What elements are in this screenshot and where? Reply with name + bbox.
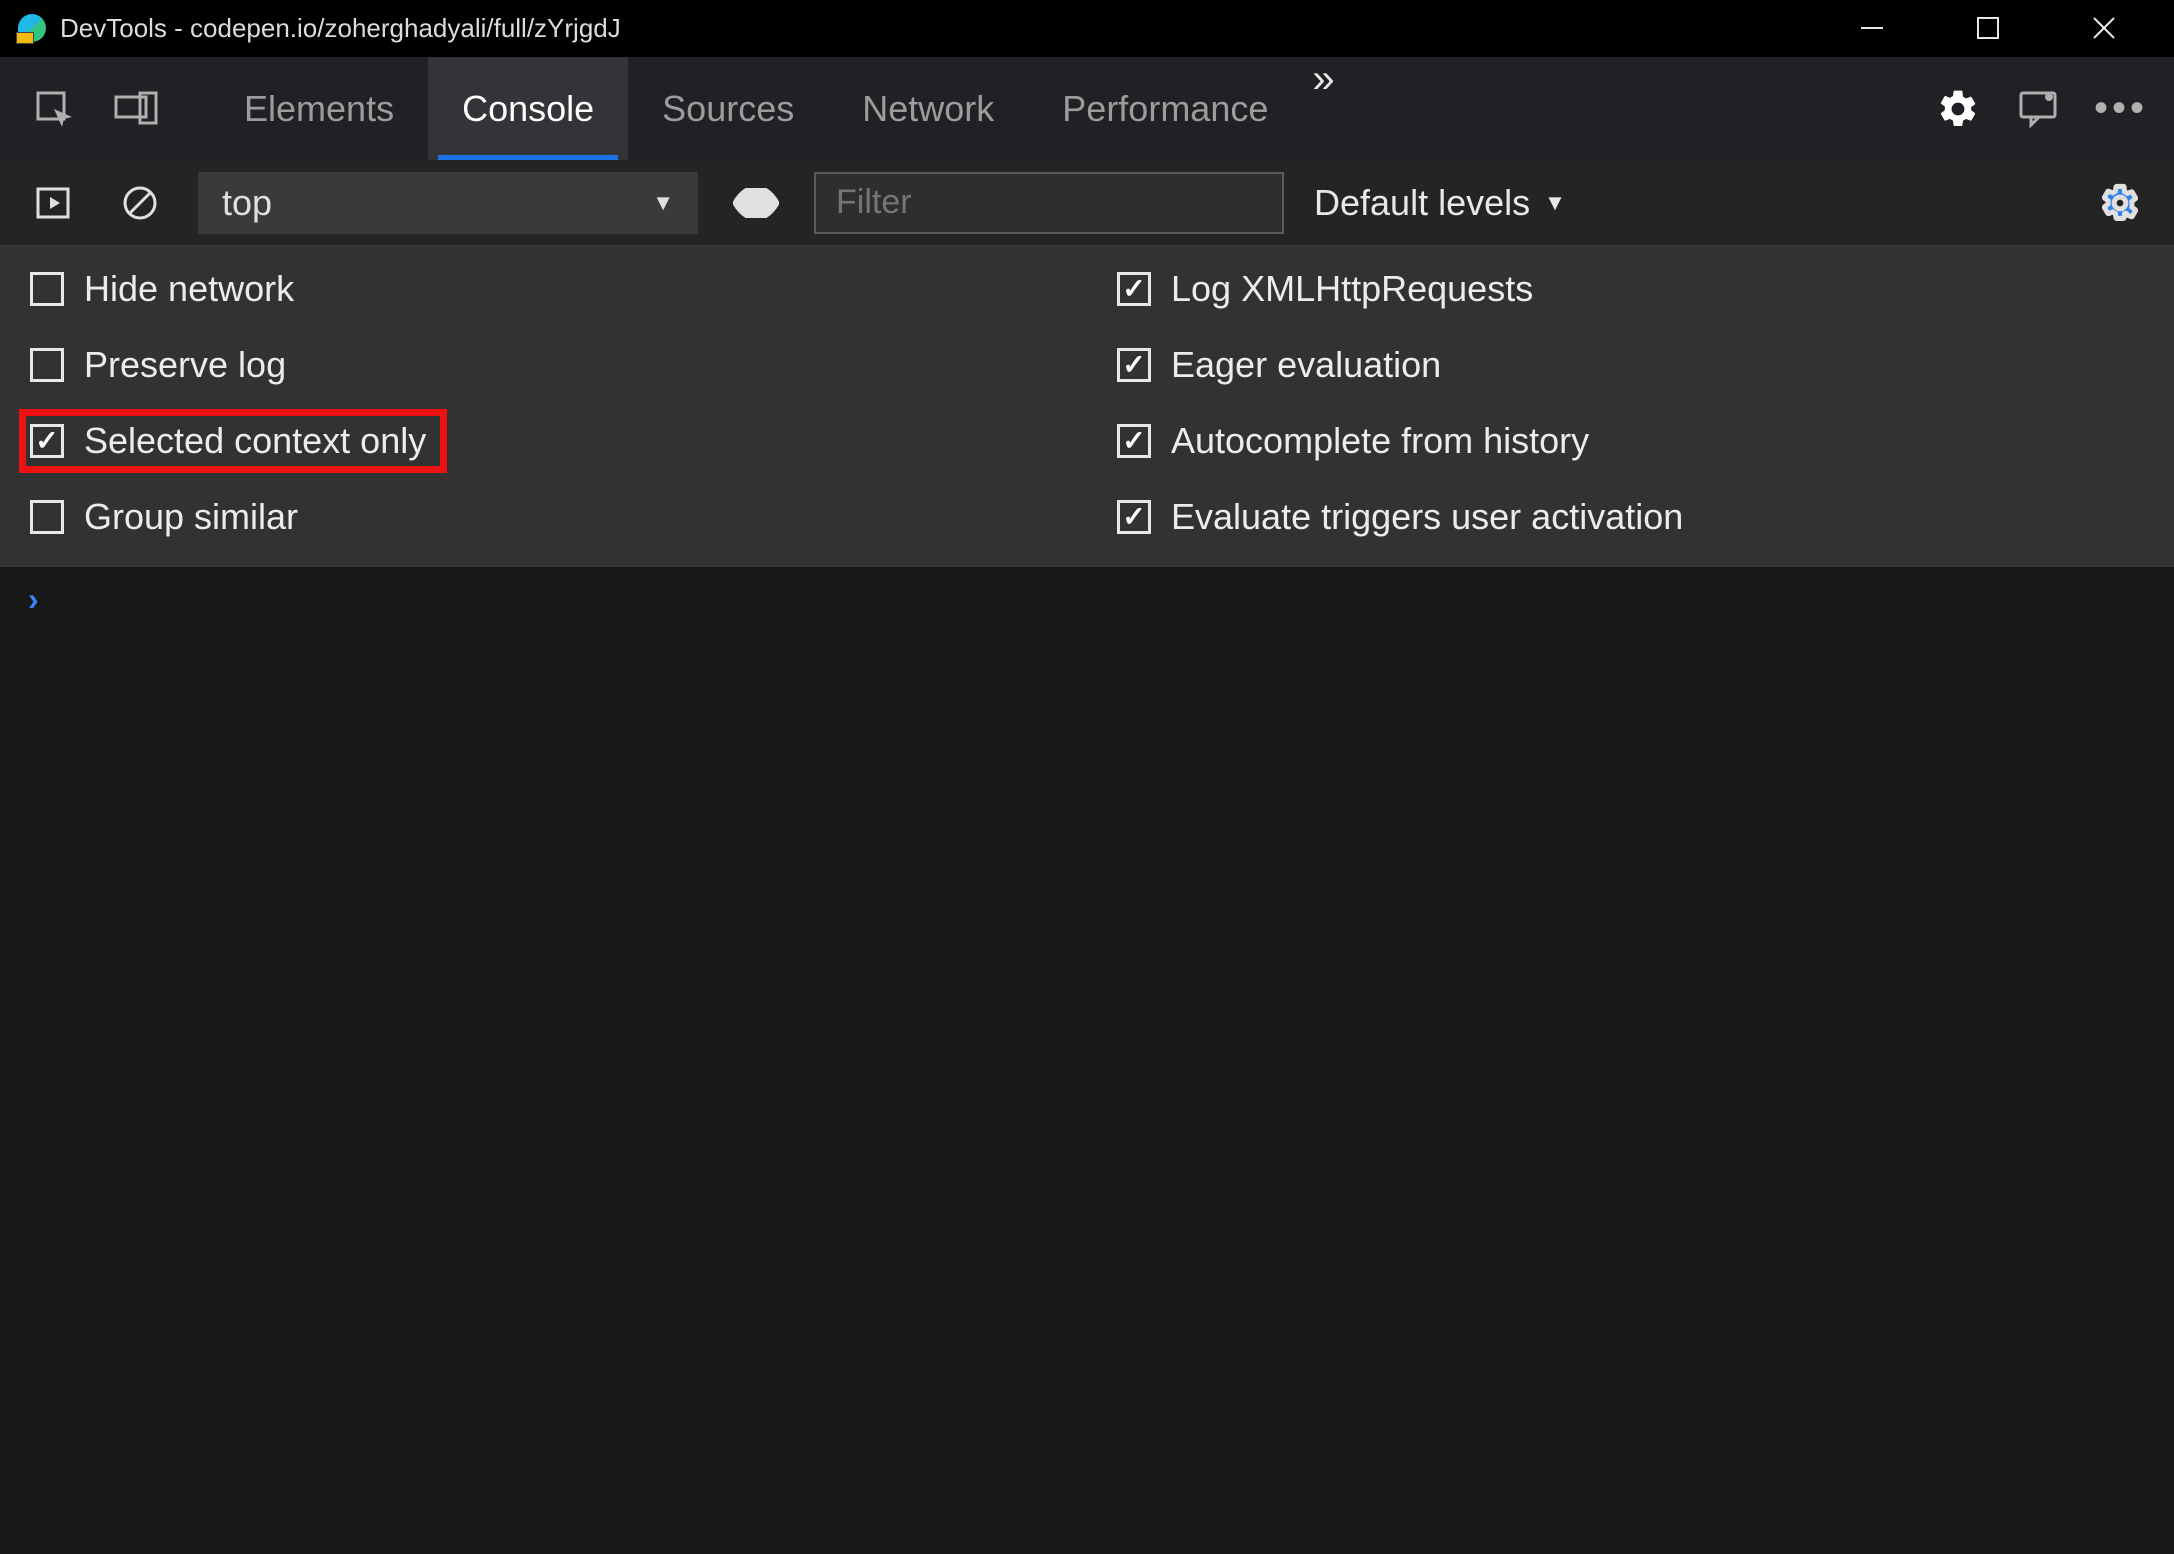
checkbox-label: Eager evaluation	[1171, 344, 1441, 386]
clear-console-icon[interactable]	[112, 175, 168, 231]
titlebar: DevTools - codepen.io/zoherghadyali/full…	[0, 0, 2174, 56]
tab-label: Console	[462, 88, 594, 130]
checkbox-icon	[1117, 272, 1151, 306]
checkbox-label: Autocomplete from history	[1171, 420, 1589, 462]
checkbox-label: Selected context only	[84, 420, 426, 462]
settings-right-column: Log XMLHttpRequests Eager evaluation Aut…	[1117, 268, 2144, 538]
close-button[interactable]	[2074, 0, 2134, 56]
tab-elements[interactable]: Elements	[210, 57, 428, 160]
console-toolbar: top ▼ Default levels ▼	[0, 160, 2174, 246]
settings-gear-icon[interactable]	[1930, 81, 1986, 137]
checkbox-label: Preserve log	[84, 344, 286, 386]
tabs-container: Elements Console Sources Network Perform…	[210, 57, 1904, 160]
checkbox-eager-evaluation[interactable]: Eager evaluation	[1117, 344, 2144, 386]
tab-label: Performance	[1062, 88, 1268, 130]
checkbox-icon	[30, 500, 64, 534]
checkbox-icon	[1117, 424, 1151, 458]
checkbox-label: Group similar	[84, 496, 298, 538]
tab-label: Sources	[662, 88, 794, 130]
settings-left-column: Hide network Preserve log Selected conte…	[30, 268, 1057, 538]
levels-label: Default levels	[1314, 182, 1530, 224]
checkbox-label: Evaluate triggers user activation	[1171, 496, 1683, 538]
tab-sources[interactable]: Sources	[628, 57, 828, 160]
context-value: top	[222, 182, 272, 224]
checkbox-hide-network[interactable]: Hide network	[30, 268, 1057, 310]
tab-label: Elements	[244, 88, 394, 130]
devtools-window: DevTools - codepen.io/zoherghadyali/full…	[0, 0, 2174, 1554]
tab-label: Network	[862, 88, 994, 130]
checkbox-icon	[30, 348, 64, 382]
console-prompt-icon: ›	[28, 581, 39, 617]
tab-performance[interactable]: Performance	[1028, 57, 1302, 160]
log-levels-selector[interactable]: Default levels ▼	[1314, 182, 1566, 224]
console-settings-gear-icon[interactable]	[2092, 175, 2148, 231]
chevron-down-icon: ▼	[1544, 190, 1566, 216]
chevron-down-icon: ▼	[652, 190, 674, 216]
checkbox-icon	[30, 272, 64, 306]
checkbox-label: Log XMLHttpRequests	[1171, 268, 1533, 310]
checkbox-selected-context-only[interactable]: Selected context only	[30, 420, 436, 462]
window-title: DevTools - codepen.io/zoherghadyali/full…	[60, 13, 1842, 44]
filter-input[interactable]	[814, 172, 1284, 234]
console-settings-panel: Hide network Preserve log Selected conte…	[0, 246, 2174, 567]
tabs-overflow-button[interactable]: »	[1312, 57, 1334, 160]
checkbox-icon	[30, 424, 64, 458]
toggle-sidebar-icon[interactable]	[26, 175, 82, 231]
window-controls	[1842, 0, 2134, 56]
checkbox-autocomplete-history[interactable]: Autocomplete from history	[1117, 420, 2144, 462]
tab-network[interactable]: Network	[828, 57, 1028, 160]
more-options-button[interactable]: •••	[2094, 86, 2148, 131]
checkbox-log-xmlhttprequests[interactable]: Log XMLHttpRequests	[1117, 268, 2144, 310]
maximize-button[interactable]	[1958, 0, 2018, 56]
console-body[interactable]: ›	[0, 567, 2174, 1554]
edge-devtools-icon	[18, 14, 46, 42]
checkbox-icon	[1117, 348, 1151, 382]
inspect-element-icon[interactable]	[26, 81, 82, 137]
minimize-button[interactable]	[1842, 0, 1902, 56]
context-selector[interactable]: top ▼	[198, 172, 698, 234]
live-expression-icon[interactable]	[728, 175, 784, 231]
checkbox-preserve-log[interactable]: Preserve log	[30, 344, 1057, 386]
checkbox-evaluate-triggers-activation[interactable]: Evaluate triggers user activation	[1117, 496, 2144, 538]
tab-console[interactable]: Console	[428, 57, 628, 160]
feedback-icon[interactable]	[2012, 81, 2068, 137]
main-tab-bar: Elements Console Sources Network Perform…	[0, 56, 2174, 160]
checkbox-label: Hide network	[84, 268, 294, 310]
device-toolbar-icon[interactable]	[108, 81, 164, 137]
checkbox-icon	[1117, 500, 1151, 534]
checkbox-group-similar[interactable]: Group similar	[30, 496, 1057, 538]
